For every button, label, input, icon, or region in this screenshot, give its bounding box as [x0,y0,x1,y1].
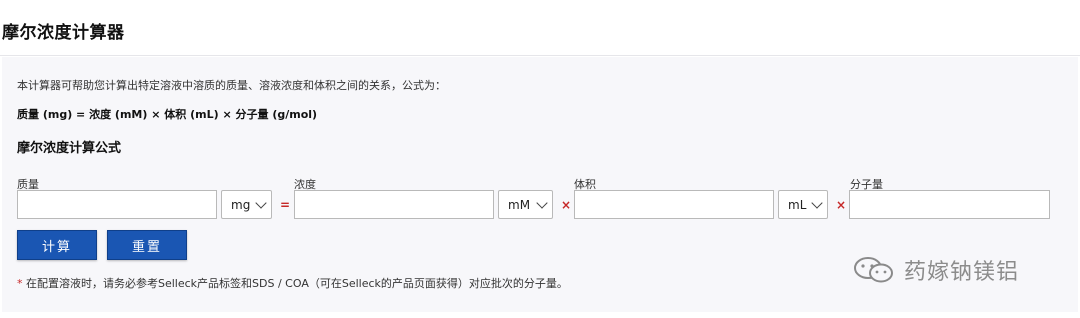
calculator-description: 本计算器可帮助您计算出特定溶液中溶质的质量、溶液浓度和体积之间的关系，公式为： [17,79,446,92]
section-title: 摩尔浓度计算公式 [17,141,122,156]
chevron-down-icon [811,197,823,209]
concentration-unit-select[interactable]: mM [498,190,553,219]
header-bar: 摩尔浓度计算器 [0,0,1080,56]
page-title: 摩尔浓度计算器 [2,23,125,43]
batch-note: * 在配置溶液时，请务必参考Selleck产品标签和SDS / COA（可在Se… [17,275,568,291]
reset-button[interactable]: 重置 [107,230,187,260]
volume-input[interactable] [574,190,774,219]
volume-unit-value: mL [788,197,807,212]
calculate-button[interactable]: 计算 [17,230,97,260]
concentration-input[interactable] [294,190,494,219]
mass-input[interactable] [17,190,217,219]
concentration-unit-value: mM [508,197,531,212]
watermark-text: 药嫁钠镁铝 [904,260,1020,285]
mass-unit-value: mg [231,197,251,212]
volume-unit-select[interactable]: mL [778,190,828,219]
formula-text: 质量 (mg) = 浓度 (mM) × 体积 (mL) × 分子量 (g/mol… [17,108,318,121]
molecular-weight-input[interactable] [849,190,1050,219]
multiply-operator-2: × [836,198,847,212]
note-text: 在配置溶液时，请务必参考Selleck产品标签和SDS / COA（可在Sell… [22,277,568,290]
mass-unit-select[interactable]: mg [221,190,272,219]
chevron-down-icon [536,197,548,209]
wechat-icon [854,257,893,283]
calculator-panel: 本计算器可帮助您计算出特定溶液中溶质的质量、溶液浓度和体积之间的关系，公式为： … [2,57,1078,312]
chevron-down-icon [255,197,267,209]
multiply-operator-1: × [561,198,572,212]
watermark: 药嫁钠镁铝 [852,254,1019,286]
equals-operator: = [280,198,291,212]
